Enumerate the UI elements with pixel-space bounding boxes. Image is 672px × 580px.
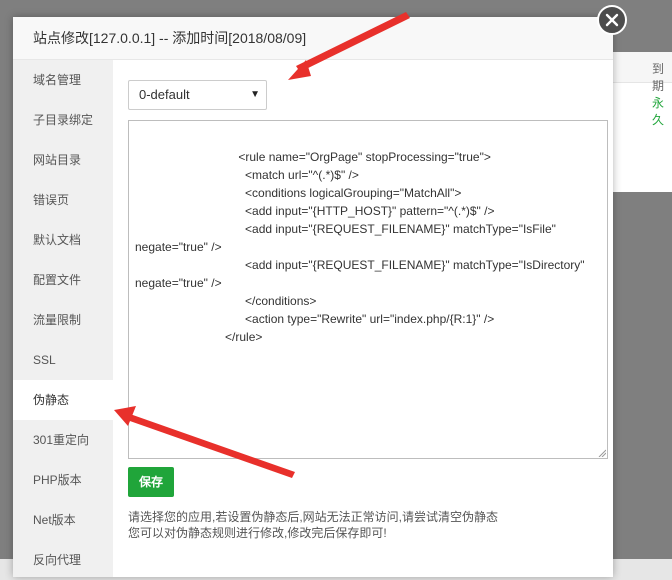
rewrite-rules-textarea[interactable]: <rule name="OrgPage" stopProcessing="tru…: [128, 120, 608, 459]
site-edit-modal: 站点修改[127.0.0.1] -- 添加时间[2018/08/09] 域名管理…: [13, 17, 613, 577]
settings-sidebar: 域名管理 子目录绑定 网站目录 错误页 默认文档 配置文件 流量限制 SSL 伪…: [13, 60, 113, 577]
sidebar-item-config[interactable]: 配置文件: [13, 260, 113, 300]
resize-grip-icon[interactable]: [598, 449, 606, 457]
sidebar-item-subdir[interactable]: 子目录绑定: [13, 100, 113, 140]
caret-down-icon: ▼: [250, 89, 260, 100]
sidebar-item-site-dir[interactable]: 网站目录: [13, 140, 113, 180]
help-note-1: 请选择您的应用,若设置伪静态后,网站无法正常访问,请尝试清空伪静态: [128, 510, 499, 524]
sidebar-item-rewrite[interactable]: 伪静态: [13, 380, 113, 420]
sidebar-item-default-doc[interactable]: 默认文档: [13, 220, 113, 260]
sidebar-item-ssl[interactable]: SSL: [13, 340, 113, 380]
sidebar-item-net[interactable]: Net版本: [13, 500, 113, 540]
rewrite-rules-code: <rule name="OrgPage" stopProcessing="tru…: [135, 150, 585, 344]
rewrite-template-value: 0-default: [139, 87, 190, 102]
save-button[interactable]: 保存: [128, 467, 174, 497]
sidebar-item-domain[interactable]: 域名管理: [13, 60, 113, 100]
background-col-expiry: 到期: [652, 62, 665, 93]
sidebar-item-redirect[interactable]: 301重定向: [13, 420, 113, 460]
close-button[interactable]: [597, 5, 627, 35]
sidebar-item-traffic[interactable]: 流量限制: [13, 300, 113, 340]
sidebar-item-error-page[interactable]: 错误页: [13, 180, 113, 220]
help-notes: 请选择您的应用,若设置伪静态后,网站无法正常访问,请尝试清空伪静态 您可以对伪静…: [128, 509, 498, 541]
help-note-2: 您可以对伪静态规则进行修改,修改完后保存即可!: [128, 526, 387, 540]
sidebar-item-proxy[interactable]: 反向代理: [13, 540, 113, 580]
close-icon: [605, 13, 619, 27]
sidebar-item-php[interactable]: PHP版本: [13, 460, 113, 500]
background-expiry-value: 永久: [652, 96, 665, 127]
modal-title: 站点修改[127.0.0.1] -- 添加时间[2018/08/09]: [13, 17, 613, 60]
rewrite-template-select[interactable]: 0-default ▼: [128, 80, 267, 110]
